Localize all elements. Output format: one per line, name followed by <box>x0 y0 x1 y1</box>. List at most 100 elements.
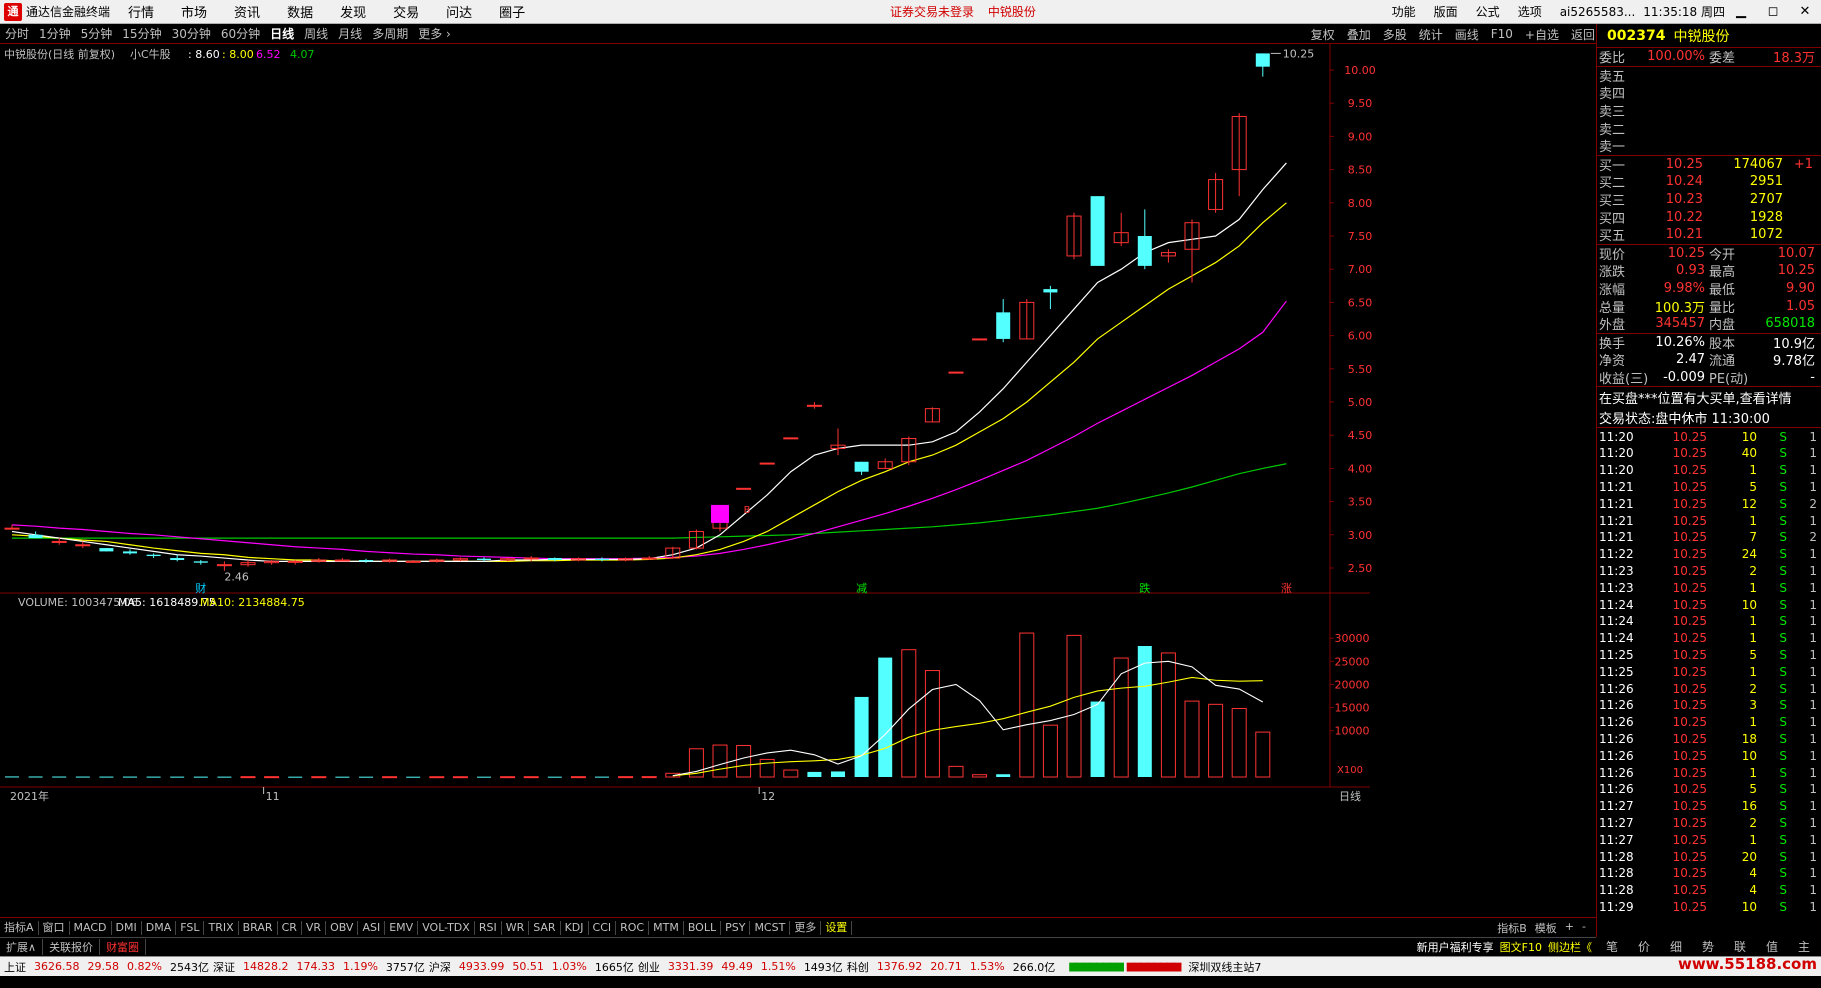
candle-body[interactable] <box>4 527 20 530</box>
menu-item-market[interactable]: 市场 <box>181 2 207 21</box>
menu-item-discover[interactable]: 发现 <box>340 2 366 21</box>
index-name[interactable]: 创业 <box>638 959 660 975</box>
candle-body[interactable] <box>1137 236 1152 266</box>
volume-bar[interactable] <box>146 776 161 778</box>
candle-body[interactable] <box>28 534 43 539</box>
menu-options[interactable]: 选项 <box>1518 3 1542 20</box>
period-9[interactable]: 多周期 <box>372 25 408 42</box>
volume-bar[interactable] <box>75 776 90 778</box>
indicator-21[interactable]: BOLL <box>684 920 722 935</box>
candle-body[interactable] <box>123 551 137 554</box>
chart-tool-1[interactable]: 叠加 <box>1347 26 1371 43</box>
bid-level-2[interactable]: 买三 10.23 2707 <box>1597 191 1821 209</box>
index-name[interactable]: 沪深 <box>429 959 451 975</box>
indicator-12[interactable]: EMV <box>385 920 419 935</box>
volume-bar[interactable] <box>359 776 373 778</box>
candle-body[interactable] <box>806 404 822 407</box>
chart-tool-6[interactable]: +自选 <box>1525 26 1559 43</box>
bid-level-1[interactable]: 买二 10.24 2951 <box>1597 173 1821 191</box>
panel-tab-4[interactable]: 联 <box>1724 938 1756 955</box>
indicator-10[interactable]: OBV <box>326 920 359 935</box>
menu-item-quotes[interactable]: 行情 <box>128 2 154 21</box>
period-7[interactable]: 周线 <box>304 25 328 42</box>
candle-body[interactable] <box>996 312 1011 339</box>
minimize-icon[interactable]: ▁ <box>1725 4 1757 19</box>
volume-bar[interactable] <box>52 776 67 778</box>
menu-item-data[interactable]: 数据 <box>287 2 313 21</box>
bottom-right-2[interactable]: 侧边栏《 <box>1548 939 1592 955</box>
period-2[interactable]: 5分钟 <box>81 25 113 42</box>
panel-tab-0[interactable]: 笔 <box>1596 938 1628 955</box>
period-1[interactable]: 1分钟 <box>39 25 71 42</box>
indicator-2[interactable]: MACD <box>70 920 112 935</box>
candle-body[interactable] <box>287 560 303 563</box>
tick-list[interactable]: 11:20 10.25 10 S 1 11:20 10.25 40 S 1 11:20 10.25 1 S… <box>1597 428 1821 915</box>
volume-bar[interactable] <box>335 776 350 778</box>
menu-item-ask[interactable]: 问达 <box>446 2 472 21</box>
candle-body[interactable] <box>334 559 350 562</box>
indicator-8[interactable]: CR <box>278 920 302 935</box>
indicator-7[interactable]: BRAR <box>239 920 278 935</box>
chart-tool-3[interactable]: 统计 <box>1419 26 1443 43</box>
period-8[interactable]: 月线 <box>338 25 362 42</box>
menu-item-news[interactable]: 资讯 <box>234 2 260 21</box>
indicator-6[interactable]: TRIX <box>204 920 239 935</box>
candle-body[interactable] <box>1255 53 1270 67</box>
candle-body[interactable] <box>523 557 539 560</box>
bottom-right-0[interactable]: 新用户福利专享 <box>1417 939 1494 955</box>
indicator-15[interactable]: WR <box>502 920 530 935</box>
indicator-14[interactable]: RSI <box>475 920 502 935</box>
bid-level-0[interactable]: 买一 10.25 174067 +1 <box>1597 156 1821 174</box>
chart-tool-5[interactable]: F10 <box>1491 27 1513 41</box>
period-0[interactable]: 分时 <box>5 25 29 42</box>
period-6[interactable]: 日线 <box>270 25 294 42</box>
close-icon[interactable]: ✕ <box>1789 4 1821 19</box>
indicator-right-2[interactable]: + <box>1565 920 1574 936</box>
volume-bar[interactable] <box>641 776 657 779</box>
maximize-icon[interactable]: ◻ <box>1757 4 1789 19</box>
chart-tool-7[interactable]: 返回 <box>1571 26 1595 43</box>
indicator-0[interactable]: 指标A <box>0 920 39 935</box>
candle-body[interactable] <box>1043 289 1058 293</box>
candle-body[interactable] <box>216 564 232 567</box>
volume-bar[interactable] <box>288 776 303 778</box>
indicator-24[interactable]: 更多 <box>790 920 822 935</box>
volume-bar[interactable] <box>996 774 1011 777</box>
period-5[interactable]: 60分钟 <box>221 25 260 42</box>
menu-item-trade[interactable]: 交易 <box>393 2 419 21</box>
indicator-25[interactable]: 设置 <box>821 920 853 935</box>
candle-body[interactable] <box>99 548 114 552</box>
volume-bar[interactable] <box>618 776 634 779</box>
volume-bar[interactable] <box>831 771 845 777</box>
indicator-16[interactable]: SAR <box>529 920 561 935</box>
indicator-right-3[interactable]: - <box>1582 920 1586 936</box>
bottom-right-1[interactable]: 图文F10 <box>1500 939 1542 955</box>
period-3[interactable]: 15分钟 <box>122 25 161 42</box>
menu-function[interactable]: 功能 <box>1392 3 1416 20</box>
menu-formula[interactable]: 公式 <box>1476 3 1500 20</box>
bottom-tab-1[interactable]: 关联报价 <box>43 939 101 955</box>
kline-chart[interactable]: 10.00 9.50 9.00 8.50 8.00 7.50 7.00 6.50 6.00 5.5… <box>0 44 1596 917</box>
indicator-9[interactable]: VR <box>302 920 327 935</box>
volume-bar[interactable] <box>477 776 491 778</box>
volume-bar[interactable] <box>382 776 398 779</box>
volume-bar[interactable] <box>429 776 445 779</box>
volume-bar[interactable] <box>452 776 468 779</box>
candle-body[interactable] <box>477 558 491 561</box>
chart-tool-0[interactable]: 复权 <box>1311 26 1335 43</box>
candle-body[interactable] <box>193 561 208 563</box>
volume-bar[interactable] <box>28 776 43 778</box>
menu-layout[interactable]: 版面 <box>1434 3 1458 20</box>
index-name[interactable]: 上证 <box>4 959 26 975</box>
candle-body[interactable] <box>146 554 161 557</box>
indicator-22[interactable]: PSY <box>721 920 751 935</box>
volume-bar[interactable] <box>311 776 327 779</box>
server-name[interactable]: 深圳双线主站7 <box>1188 959 1261 975</box>
candle-body[interactable] <box>972 338 988 341</box>
menu-item-circle[interactable]: 圈子 <box>499 2 525 21</box>
candle-body[interactable] <box>783 437 799 440</box>
candle-body[interactable] <box>948 371 964 374</box>
volume-bar[interactable] <box>807 771 822 777</box>
indicator-4[interactable]: DMA <box>142 920 177 935</box>
indicator-19[interactable]: ROC <box>616 920 650 935</box>
